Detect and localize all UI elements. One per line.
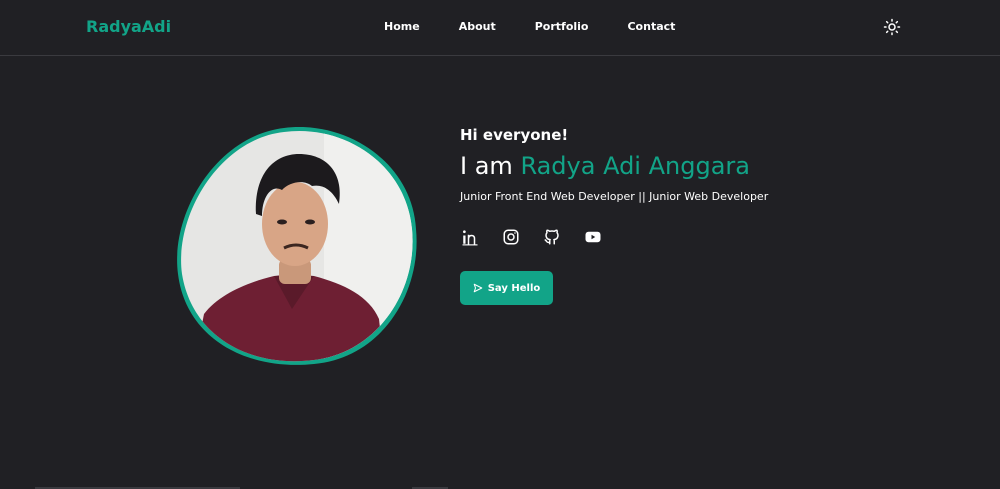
say-hello-label: Say Hello bbox=[487, 282, 541, 294]
headline-name: Radya Adi Anggara bbox=[520, 152, 750, 180]
nav-about[interactable]: About bbox=[459, 20, 496, 33]
role-subtitle: Junior Front End Web Developer || Junior… bbox=[460, 190, 769, 203]
navbar: RadyaAdi Home About Portfolio Contact bbox=[0, 0, 1000, 56]
greeting: Hi everyone! bbox=[460, 126, 569, 144]
headline-intro: I am bbox=[460, 152, 513, 180]
social-links bbox=[460, 227, 624, 247]
hero-intro: Hi everyone! I am Radya Adi Anggara Juni… bbox=[460, 126, 940, 203]
linkedin-icon bbox=[462, 230, 478, 246]
nav-home[interactable]: Home bbox=[384, 20, 420, 33]
instagram-icon bbox=[503, 229, 519, 245]
linkedin-link[interactable] bbox=[460, 227, 480, 247]
youtube-link[interactable] bbox=[583, 227, 603, 247]
profile-photo bbox=[174, 124, 417, 365]
send-icon bbox=[473, 283, 483, 293]
nav-contact[interactable]: Contact bbox=[627, 20, 675, 33]
nav-portfolio[interactable]: Portfolio bbox=[535, 20, 589, 33]
youtube-icon bbox=[585, 231, 601, 243]
nav-menu: Home About Portfolio Contact bbox=[384, 20, 714, 33]
instagram-link[interactable] bbox=[501, 227, 521, 247]
github-icon bbox=[544, 229, 559, 245]
github-link[interactable] bbox=[542, 227, 562, 247]
sun-icon bbox=[883, 18, 901, 36]
headline: I am Radya Adi Anggara bbox=[460, 152, 940, 180]
logo[interactable]: RadyaAdi bbox=[86, 17, 171, 36]
theme-toggle-button[interactable] bbox=[883, 18, 901, 36]
say-hello-button[interactable]: Say Hello bbox=[460, 271, 553, 305]
